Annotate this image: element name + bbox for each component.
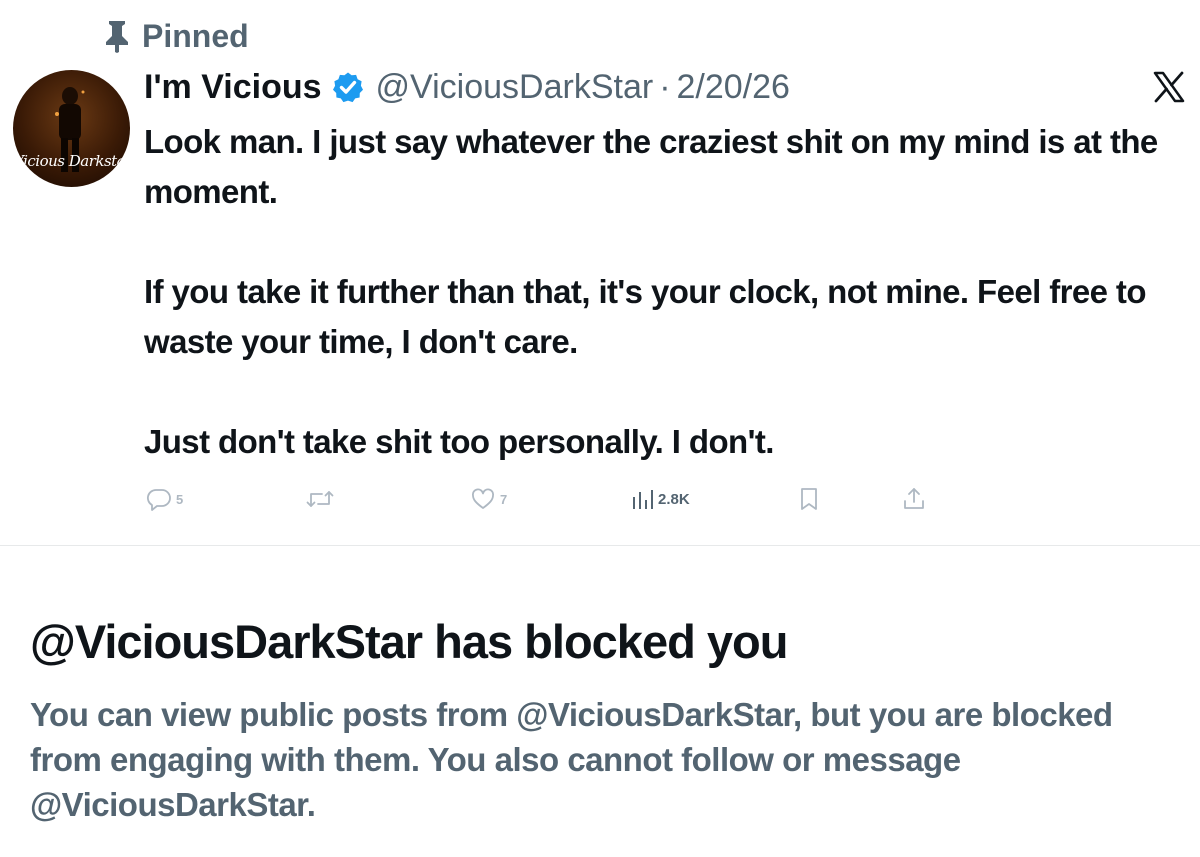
like-count: 7 — [500, 491, 508, 507]
reply-icon — [146, 489, 171, 511]
views-icon — [633, 490, 653, 509]
display-name[interactable]: I'm Vicious — [144, 68, 322, 107]
blocked-description: You can view public posts from @ViciousD… — [30, 696, 1113, 823]
share-icon — [904, 488, 924, 509]
x-logo-icon — [1153, 71, 1185, 103]
post-date[interactable]: 2/20/26 — [677, 68, 790, 107]
share-button[interactable] — [901, 484, 927, 514]
views-count: 2.8K — [658, 490, 690, 508]
pinned-indicator: Pinned — [104, 16, 249, 56]
reply-count: 5 — [176, 491, 184, 507]
tweet-actions: 5 7 2.8K — [0, 484, 1200, 514]
pinned-tweet[interactable]: Pinned Vicious Darkstar I'm Vicious @Vic… — [0, 0, 1200, 545]
reply-button[interactable]: 5 — [146, 484, 183, 514]
tweet-paragraph-3: Just don't take shit too personally. I d… — [144, 423, 774, 460]
blocked-title: @ViciousDarkStar has blocked you — [30, 615, 788, 668]
avatar-signature-text: Vicious Darkstar — [13, 152, 130, 170]
tweet-paragraph-1: Look man. I just say whatever the crazie… — [144, 123, 1158, 210]
tweet-text: Look man. I just say whatever the crazie… — [144, 117, 1194, 467]
pinned-label: Pinned — [142, 17, 249, 54]
repost-icon — [306, 491, 334, 507]
blocked-notice: @ViciousDarkStar has blocked you You can… — [30, 612, 1190, 827]
section-divider — [0, 545, 1200, 546]
pin-icon — [106, 21, 128, 53]
views-button[interactable]: 2.8K — [632, 484, 690, 514]
avatar[interactable]: Vicious Darkstar — [13, 70, 130, 187]
bookmark-icon — [801, 488, 817, 510]
tweet-header: I'm Vicious @ViciousDarkStar · 2/20/26 — [144, 62, 790, 112]
like-icon — [472, 488, 494, 509]
like-button[interactable]: 7 — [470, 484, 507, 514]
bookmark-button[interactable] — [797, 484, 821, 514]
repost-button[interactable] — [304, 484, 340, 514]
verified-badge-icon[interactable] — [332, 71, 364, 103]
tweet-paragraph-2: If you take it further than that, it's y… — [144, 273, 1146, 360]
separator-dot: · — [659, 67, 671, 106]
author-handle[interactable]: @ViciousDarkStar — [376, 68, 654, 107]
